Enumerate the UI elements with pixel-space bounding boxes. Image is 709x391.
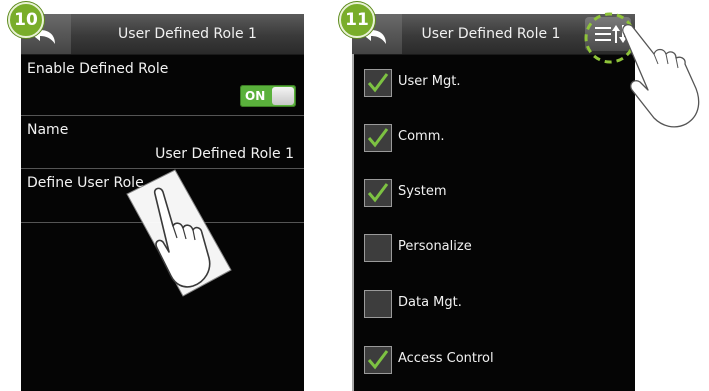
- name-row[interactable]: Name User Defined Role 1: [21, 116, 304, 169]
- permission-label: Personalize: [398, 239, 472, 254]
- checkbox[interactable]: [364, 69, 392, 97]
- sort-button[interactable]: [585, 17, 631, 51]
- checkbox[interactable]: [364, 234, 392, 262]
- name-value: User Defined Role 1: [155, 146, 294, 162]
- checkbox[interactable]: [364, 346, 392, 374]
- screen-step-10: User Defined Role 1 Enable Defined Role …: [21, 14, 304, 391]
- sort-icon: [595, 25, 627, 43]
- toggle-state-label: ON: [245, 89, 266, 103]
- permission-item-access-control[interactable]: Access Control: [354, 332, 635, 386]
- checkbox[interactable]: [364, 124, 392, 152]
- permission-item-comm[interactable]: Comm.: [354, 110, 635, 164]
- step-badge: 11: [339, 2, 375, 38]
- title-bar: User Defined Role 1: [21, 14, 304, 55]
- permission-item-system[interactable]: System: [354, 165, 635, 219]
- step-badge: 10: [8, 2, 44, 38]
- tutorial-stage: User Defined Role 1 Enable Defined Role …: [0, 0, 709, 391]
- screen-step-11: User Defined Role 1 User Mgt. Comm. Syst…: [352, 14, 635, 391]
- title-bar: User Defined Role 1: [352, 14, 635, 55]
- name-label: Name: [27, 122, 69, 138]
- checkbox[interactable]: [364, 290, 392, 318]
- checkbox[interactable]: [364, 179, 392, 207]
- checkmark-icon: [367, 183, 389, 203]
- permission-label: Access Control: [398, 351, 494, 366]
- permission-label: Comm.: [398, 129, 445, 144]
- enable-toggle[interactable]: ON: [240, 85, 296, 107]
- permission-label: System: [398, 184, 447, 199]
- permission-label: User Mgt.: [398, 74, 461, 89]
- permission-list: User Mgt. Comm. System Personalize Data …: [352, 54, 635, 391]
- define-user-role-row[interactable]: Define User Role: [21, 169, 304, 223]
- checkmark-icon: [367, 350, 389, 370]
- enable-defined-role-row[interactable]: Enable Defined Role ON: [21, 55, 304, 116]
- enable-defined-role-label: Enable Defined Role: [27, 61, 169, 77]
- permission-item-user-mgt[interactable]: User Mgt.: [354, 55, 635, 109]
- permission-item-data-mgt[interactable]: Data Mgt.: [354, 276, 635, 330]
- page-title: User Defined Role 1: [118, 26, 257, 42]
- define-user-role-label: Define User Role: [27, 175, 144, 191]
- checkmark-icon: [367, 73, 389, 93]
- page-title: User Defined Role 1: [421, 26, 561, 42]
- checkmark-icon: [367, 128, 389, 148]
- permission-label: Data Mgt.: [398, 295, 462, 310]
- toggle-knob: [272, 87, 294, 105]
- permission-item-personalize[interactable]: Personalize: [354, 220, 635, 274]
